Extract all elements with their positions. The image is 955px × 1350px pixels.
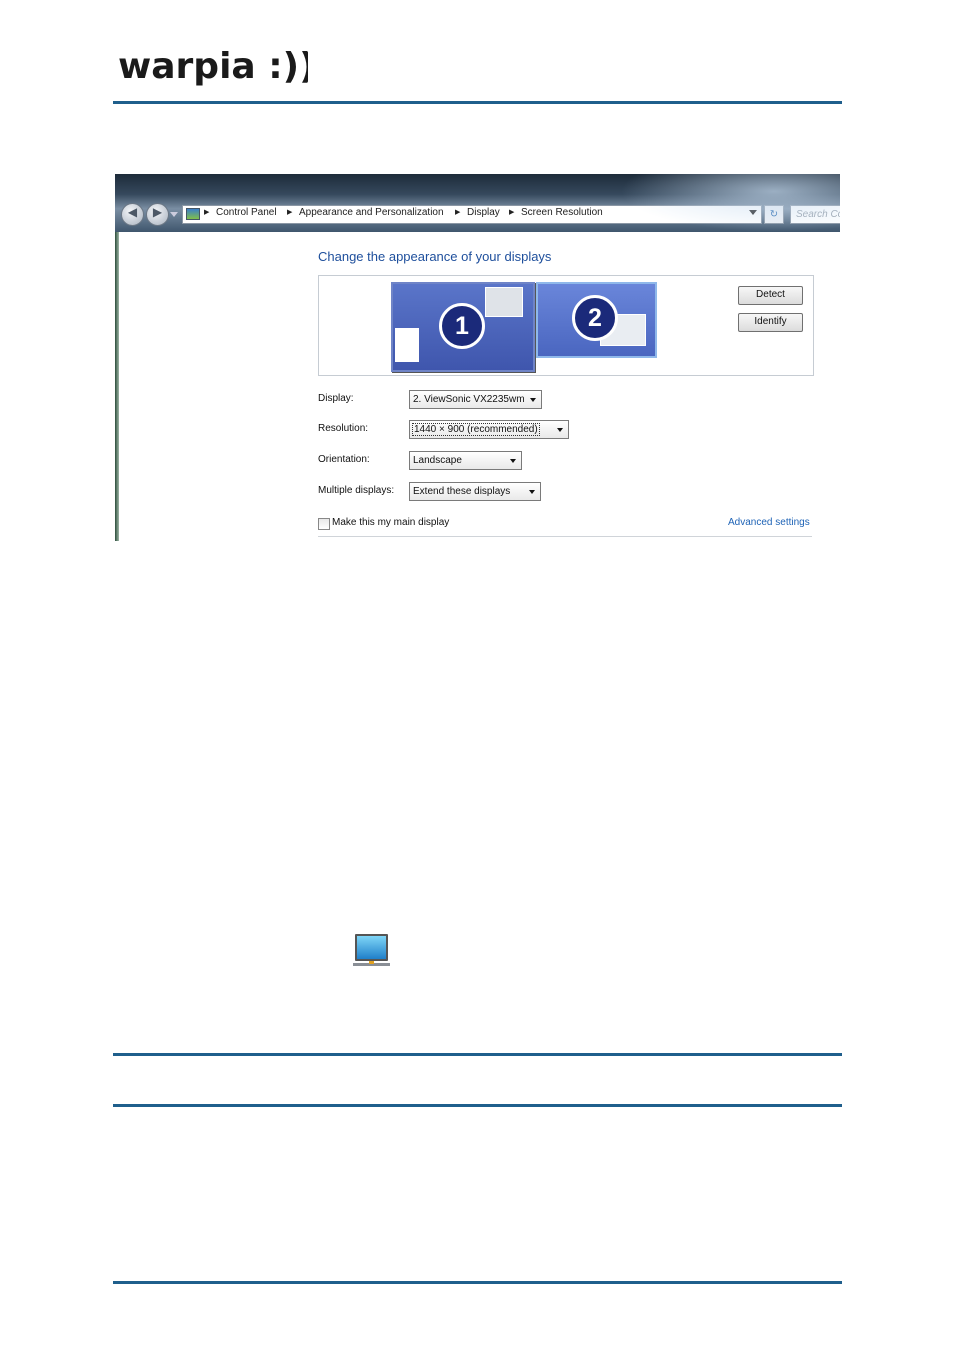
resolution-value: 1440 × 900 (recommended) xyxy=(412,423,540,436)
resolution-label: Resolution: xyxy=(318,423,369,434)
page-heading: Change the appearance of your displays xyxy=(318,249,552,264)
monitor-2-number: 2 xyxy=(572,295,618,341)
breadcrumb-screen-resolution[interactable]: Screen Resolution xyxy=(521,207,603,218)
chevron-down-icon xyxy=(510,459,516,463)
detect-button[interactable]: Detect xyxy=(738,286,803,305)
breadcrumb-separator-icon: ▶ xyxy=(455,208,461,216)
history-dropdown-icon[interactable] xyxy=(170,212,178,217)
address-dropdown-icon[interactable] xyxy=(749,210,757,215)
footer-rule xyxy=(113,1281,842,1284)
window-titlebar: ◀ ▶ ▶ Control Panel ▶ Appearance and Per… xyxy=(115,174,840,232)
breadcrumb-separator-icon: ▶ xyxy=(204,208,210,216)
multiple-displays-value: Extend these displays xyxy=(413,486,511,497)
refresh-icon[interactable]: ↻ xyxy=(764,205,784,224)
warpia-logo-mark: warpia :))) xyxy=(118,46,332,87)
search-input[interactable]: Search Co xyxy=(790,205,840,224)
logo-text: warpia :))) xyxy=(118,48,308,87)
chevron-down-icon xyxy=(530,398,536,402)
main-display-checkbox[interactable] xyxy=(318,518,330,530)
advanced-settings-link[interactable]: Advanced settings xyxy=(728,517,810,528)
window-thumbnail xyxy=(395,328,419,362)
display-select[interactable]: 2. ViewSonic VX2235wm xyxy=(409,390,542,409)
chevron-down-icon xyxy=(529,490,535,494)
multiple-displays-label: Multiple displays: xyxy=(318,485,395,496)
main-display-checkbox-label[interactable]: Make this my main display xyxy=(332,517,449,528)
address-bar[interactable]: ▶ Control Panel ▶ Appearance and Persona… xyxy=(182,205,762,224)
breadcrumb-appearance[interactable]: Appearance and Personalization xyxy=(299,207,444,218)
section-rule xyxy=(113,1053,842,1056)
screen-resolution-screenshot: ◀ ▶ ▶ Control Panel ▶ Appearance and Per… xyxy=(115,174,840,541)
identify-button[interactable]: Identify xyxy=(738,313,803,332)
breadcrumb-separator-icon: ▶ xyxy=(287,208,293,216)
window-left-edge xyxy=(115,232,119,541)
orientation-value: Landscape xyxy=(413,455,462,466)
monitor-1-thumbnail[interactable]: 1 xyxy=(391,282,535,372)
monitor-icon xyxy=(353,933,390,969)
orientation-label: Orientation: xyxy=(318,454,370,465)
chevron-down-icon xyxy=(557,428,563,432)
resolution-select[interactable]: 1440 × 900 (recommended) xyxy=(409,420,569,439)
forward-button[interactable]: ▶ xyxy=(146,203,169,226)
orientation-select[interactable]: Landscape xyxy=(409,451,522,470)
forward-arrow-icon: ▶ xyxy=(152,205,163,219)
warpia-logo: warpia :))) xyxy=(118,46,332,92)
multiple-displays-select[interactable]: Extend these displays xyxy=(409,482,541,501)
breadcrumb-separator-icon: ▶ xyxy=(509,208,515,216)
window-thumbnail xyxy=(485,287,523,317)
monitor-arrangement-panel: 1 2 Detect Identify xyxy=(318,275,814,376)
monitor-1-number: 1 xyxy=(439,303,485,349)
divider xyxy=(318,536,812,537)
display-value: 2. ViewSonic VX2235wm xyxy=(413,394,525,405)
back-button[interactable]: ◀ xyxy=(121,203,144,226)
breadcrumb-control-panel[interactable]: Control Panel xyxy=(216,207,277,218)
display-label: Display: xyxy=(318,393,354,404)
breadcrumb-display[interactable]: Display xyxy=(467,207,500,218)
control-panel-icon xyxy=(186,208,200,220)
monitor-2-thumbnail[interactable]: 2 xyxy=(536,282,657,358)
section-rule xyxy=(113,1104,842,1107)
header-rule xyxy=(113,101,842,104)
back-arrow-icon: ◀ xyxy=(127,205,138,219)
